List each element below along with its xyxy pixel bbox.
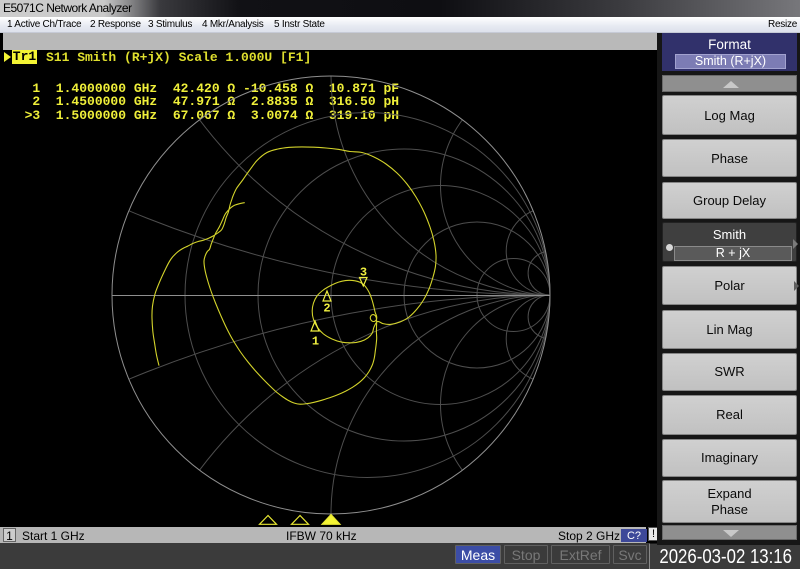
svg-text:2: 2 — [323, 302, 330, 316]
svg-text:3: 3 — [360, 266, 367, 280]
svg-text:1: 1 — [312, 335, 319, 349]
